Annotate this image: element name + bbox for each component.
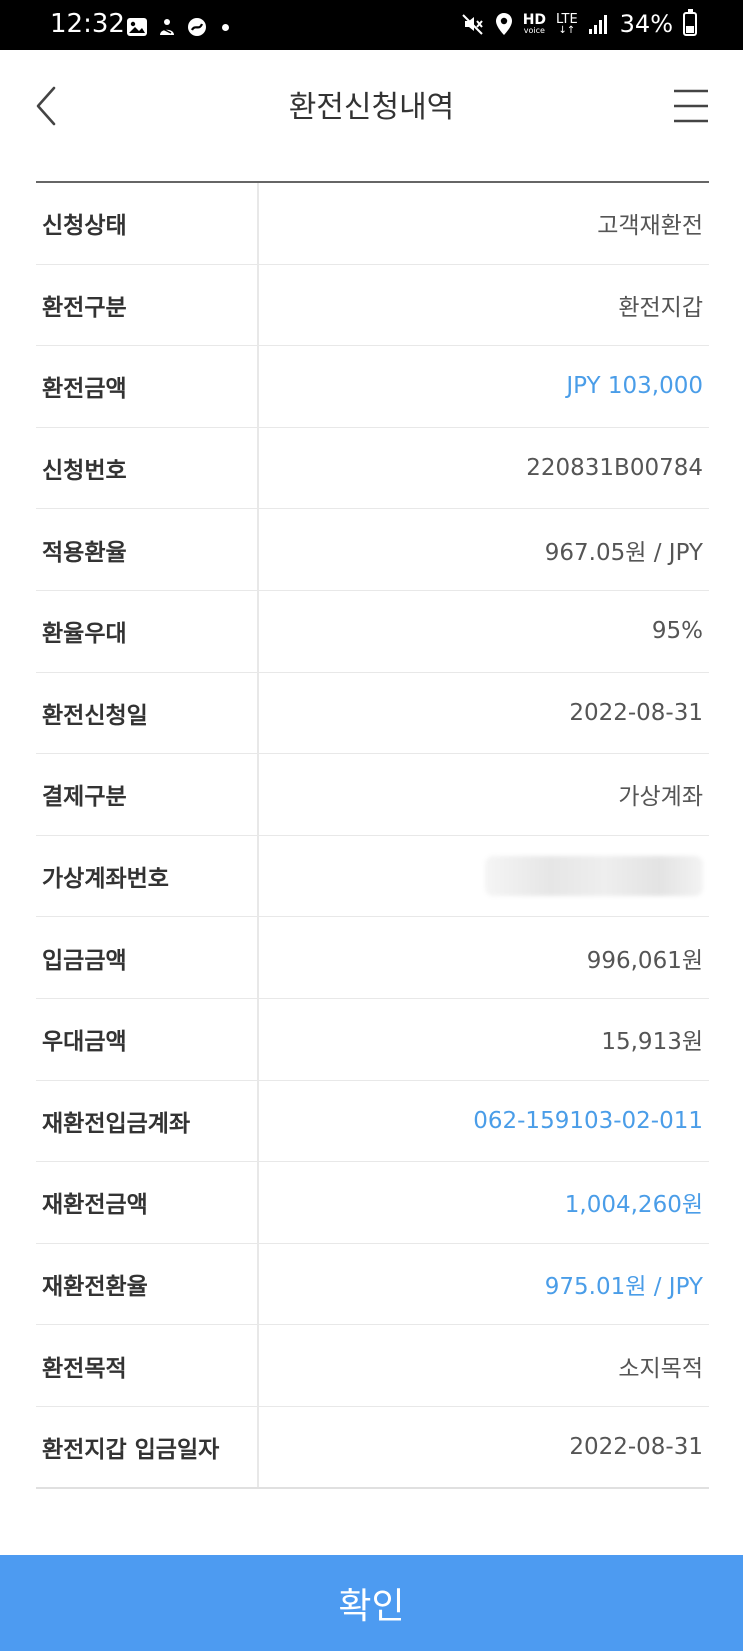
column-divider bbox=[257, 346, 259, 427]
row-value: 2022-08-31 bbox=[569, 1433, 703, 1460]
row-label: 적용환율 bbox=[42, 539, 127, 566]
confirm-button[interactable]: 확인 bbox=[0, 1555, 743, 1651]
row-reexchange-account: 재환전입금계좌 062-159103-02-011 bbox=[36, 1080, 709, 1163]
row-value bbox=[485, 836, 703, 917]
row-rate-discount: 환율우대 95% bbox=[36, 590, 709, 673]
column-divider bbox=[257, 1162, 259, 1243]
column-divider bbox=[257, 183, 259, 264]
row-label: 환전목적 bbox=[42, 1355, 127, 1382]
lte-indicator: LTE ↓↑ bbox=[556, 11, 578, 36]
column-divider bbox=[257, 427, 259, 509]
row-label: 입금금액 bbox=[42, 947, 127, 974]
page-title: 환전신청내역 bbox=[288, 90, 455, 125]
row-value: 2022-08-31 bbox=[569, 699, 703, 726]
row-label: 환전지갑 입금일자 bbox=[42, 1436, 220, 1463]
row-exchange-type: 환전구분 환전지갑 bbox=[36, 264, 709, 347]
mute-icon bbox=[461, 14, 483, 35]
gallery-icon bbox=[127, 18, 147, 36]
row-reexchange-amount: 재환전금액 1,004,260원 bbox=[36, 1162, 709, 1244]
signal-icon bbox=[588, 15, 607, 34]
row-value: 062-159103-02-011 bbox=[473, 1107, 703, 1134]
row-value: 975.01원 / JPY bbox=[544, 1274, 703, 1301]
row-deposit-amount: 입금금액 996,061원 bbox=[36, 917, 709, 999]
redacted-account-number bbox=[485, 856, 703, 897]
column-divider bbox=[257, 672, 259, 754]
row-value: 95% bbox=[651, 618, 703, 645]
status-time: 12:32 bbox=[50, 9, 125, 39]
row-value: 967.05원 / JPY bbox=[544, 539, 703, 566]
battery-fill bbox=[686, 26, 694, 33]
row-value: 소지목적 bbox=[618, 1355, 703, 1382]
app-icon bbox=[188, 18, 206, 36]
row-value: 환전지갑 bbox=[618, 294, 703, 321]
row-label: 환율우대 bbox=[42, 621, 127, 648]
row-label: 환전금액 bbox=[42, 376, 127, 403]
row-label: 신청번호 bbox=[42, 458, 127, 485]
row-application-status: 신청상태 고객재환전 bbox=[36, 183, 709, 265]
row-application-date: 환전신청일 2022-08-31 bbox=[36, 672, 709, 755]
row-value: 220831B00784 bbox=[526, 455, 703, 482]
hamburger-menu-icon[interactable] bbox=[672, 88, 712, 124]
notification-icon bbox=[160, 19, 174, 35]
row-value: JPY 103,000 bbox=[566, 373, 703, 400]
row-label: 가상계좌번호 bbox=[42, 866, 169, 893]
row-applied-rate: 적용환율 967.05원 / JPY bbox=[36, 509, 709, 591]
row-payment-type: 결제구분 가상계좌 bbox=[36, 754, 709, 836]
column-divider bbox=[257, 1406, 259, 1487]
column-divider bbox=[257, 998, 259, 1080]
row-label: 재환전금액 bbox=[42, 1192, 148, 1219]
row-label: 환전구분 bbox=[42, 294, 127, 321]
column-divider bbox=[257, 835, 259, 917]
column-divider bbox=[257, 1243, 259, 1325]
column-divider bbox=[257, 754, 259, 835]
exchange-detail-table: 신청상태 고객재환전 환전구분 환전지갑 환전금액 JPY 103,000 신청… bbox=[36, 181, 709, 1489]
status-bar: 12:32 HD voice LTE ↓↑ 34% bbox=[0, 0, 743, 50]
row-application-number: 신청번호 220831B00784 bbox=[36, 427, 709, 510]
row-virtual-account-number: 가상계좌번호 bbox=[36, 835, 709, 918]
row-value: 가상계좌 bbox=[618, 784, 703, 811]
column-divider bbox=[257, 264, 259, 346]
status-left-icons bbox=[126, 17, 229, 37]
row-label: 재환전입금계좌 bbox=[42, 1110, 191, 1137]
location-icon bbox=[495, 13, 512, 35]
row-wallet-deposit-date: 환전지갑 입금일자 2022-08-31 bbox=[36, 1406, 709, 1489]
column-divider bbox=[257, 1080, 259, 1162]
row-value: 15,913원 bbox=[601, 1029, 703, 1056]
row-value: 1,004,260원 bbox=[564, 1192, 703, 1219]
hd-voice-indicator: HD voice bbox=[522, 12, 547, 35]
row-reexchange-rate: 재환전환율 975.01원 / JPY bbox=[36, 1243, 709, 1326]
row-value: 고객재환전 bbox=[597, 213, 703, 240]
status-right-icons: HD voice LTE ↓↑ 34% bbox=[461, 9, 697, 38]
row-label: 우대금액 bbox=[42, 1029, 127, 1056]
app-header: 환전신청내역 bbox=[0, 50, 743, 166]
battery-percentage: 34% bbox=[619, 10, 673, 38]
row-discount-amount: 우대금액 15,913원 bbox=[36, 998, 709, 1081]
column-divider bbox=[257, 509, 259, 590]
column-divider bbox=[257, 590, 259, 672]
row-label: 결제구분 bbox=[42, 784, 127, 811]
battery-icon bbox=[683, 9, 697, 36]
row-label: 재환전환율 bbox=[42, 1274, 148, 1301]
row-label: 신청상태 bbox=[42, 213, 127, 240]
more-notifications-dot bbox=[222, 23, 229, 31]
column-divider bbox=[257, 1325, 259, 1406]
row-exchange-purpose: 환전목적 소지목적 bbox=[36, 1325, 709, 1407]
column-divider bbox=[257, 917, 259, 998]
row-label: 환전신청일 bbox=[42, 702, 148, 729]
row-value: 996,061원 bbox=[586, 947, 703, 974]
row-exchange-amount: 환전금액 JPY 103,000 bbox=[36, 346, 709, 428]
